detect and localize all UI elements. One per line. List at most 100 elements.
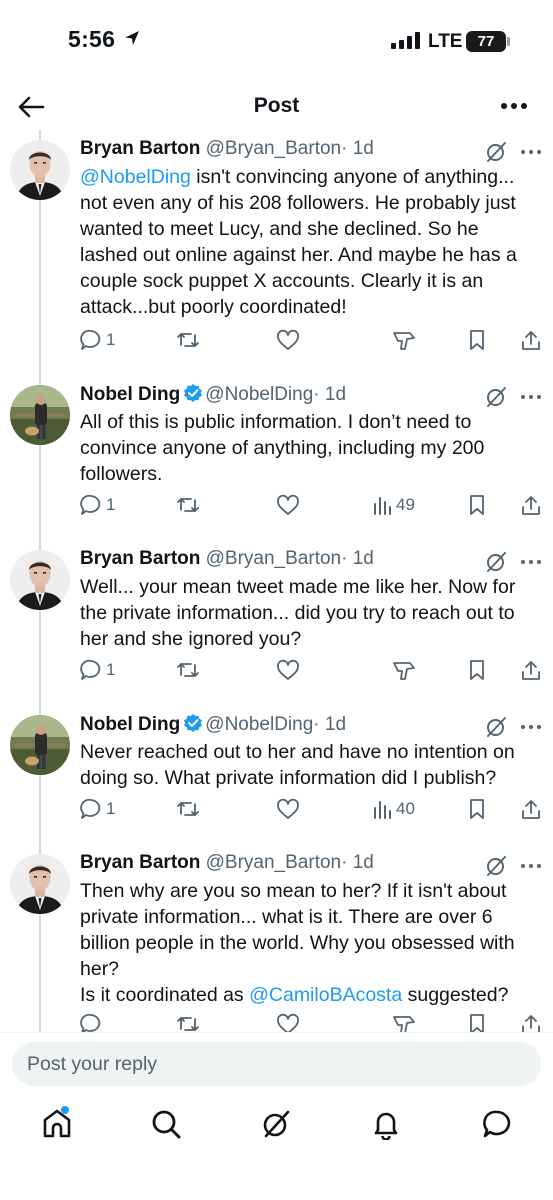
post-text: Well... your mean tweet made me like her…: [80, 574, 540, 652]
reply-button[interactable]: 1: [80, 326, 115, 354]
downvote-button[interactable]: [392, 1010, 416, 1032]
grok-icon[interactable]: [260, 1108, 292, 1140]
downvote-icon: [392, 1013, 416, 1032]
reply-button[interactable]: [80, 1010, 102, 1032]
more-options-icon[interactable]: [518, 715, 544, 739]
bookmark-button[interactable]: [467, 326, 487, 354]
grok-icon[interactable]: [484, 385, 508, 409]
repost-button[interactable]: [176, 1010, 200, 1032]
post-text: All of this is public information. I don…: [80, 409, 540, 487]
share-button[interactable]: [520, 326, 542, 354]
more-options-icon[interactable]: [518, 550, 544, 574]
reply-button[interactable]: 1: [80, 656, 115, 684]
author-handle[interactable]: @Bryan_Barton: [206, 852, 341, 873]
post-time: · 1d: [341, 138, 374, 159]
repost-button[interactable]: [176, 326, 200, 354]
share-button[interactable]: [520, 795, 542, 823]
repost-icon: [176, 1013, 200, 1032]
repost-button[interactable]: [176, 656, 200, 684]
like-button[interactable]: [276, 656, 300, 684]
bookmark-button[interactable]: [467, 656, 487, 684]
author-handle[interactable]: @NobelDing: [205, 714, 313, 735]
more-options-icon[interactable]: [518, 385, 544, 409]
bookmark-icon: [467, 659, 487, 681]
analytics-button[interactable]: 49: [372, 491, 415, 519]
search-icon[interactable]: [150, 1108, 182, 1140]
author-name[interactable]: Nobel Ding: [80, 714, 180, 735]
more-options-icon[interactable]: [518, 140, 544, 164]
downvote-icon: [392, 329, 416, 351]
battery-icon: 77: [466, 31, 506, 52]
repost-button[interactable]: [176, 491, 200, 519]
share-icon: [520, 659, 542, 681]
downvote-button[interactable]: [392, 656, 416, 684]
analytics-button[interactable]: 40: [372, 795, 415, 823]
reply-button[interactable]: 1: [80, 491, 115, 519]
grok-icon[interactable]: [484, 715, 508, 739]
avatar[interactable]: [10, 550, 70, 610]
author-name[interactable]: Nobel Ding: [80, 384, 180, 405]
reply-post[interactable]: Bryan Barton @Bryan_Barton· 1d @NobelDing…: [0, 130, 553, 375]
like-button[interactable]: [276, 326, 300, 354]
network-type: LTE: [428, 31, 463, 52]
grok-icon[interactable]: [484, 550, 508, 574]
reply-button[interactable]: 1: [80, 795, 115, 823]
like-button[interactable]: [276, 1010, 300, 1032]
share-icon: [520, 329, 542, 351]
post-header: Bryan Barton @Bryan_Barton· 1d: [80, 852, 374, 878]
post-time: · 1d: [313, 714, 347, 735]
downvote-button[interactable]: [392, 326, 416, 354]
reply-post[interactable]: Nobel Ding @NobelDing· 1d All of this is p…: [0, 375, 553, 540]
reply-post[interactable]: Bryan Barton @Bryan_Barton· 1d Well... yo…: [0, 540, 553, 705]
reply-post[interactable]: Bryan Barton @Bryan_Barton· 1d Then why a…: [0, 844, 553, 1032]
share-button[interactable]: [520, 656, 542, 684]
share-button[interactable]: [520, 1010, 542, 1032]
author-handle[interactable]: @Bryan_Barton: [206, 548, 341, 569]
share-button[interactable]: [520, 491, 542, 519]
bookmark-icon: [467, 1013, 487, 1032]
bottom-tab-bar: [0, 1094, 553, 1200]
grok-icon[interactable]: [484, 140, 508, 164]
bookmark-button[interactable]: [467, 491, 487, 519]
author-name[interactable]: Bryan Barton: [80, 138, 200, 159]
verified-badge-icon: [184, 714, 203, 732]
share-icon: [520, 1013, 542, 1032]
avatar[interactable]: [10, 854, 70, 914]
mention-link[interactable]: @CamiloBAcosta: [249, 984, 402, 1006]
reply-input[interactable]: [12, 1042, 541, 1086]
like-button[interactable]: [276, 491, 300, 519]
reply-post[interactable]: Nobel Ding @NobelDing· 1d Never reached ou…: [0, 705, 553, 844]
author-name[interactable]: Bryan Barton: [80, 852, 200, 873]
post-text-segment: isn't convincing anyone of anything... n…: [80, 166, 517, 318]
mention-link[interactable]: @NobelDing: [80, 166, 191, 188]
heart-icon: [276, 798, 300, 820]
message-icon[interactable]: [481, 1108, 513, 1140]
bookmark-button[interactable]: [467, 1010, 487, 1032]
bell-icon[interactable]: [370, 1108, 402, 1140]
author-handle[interactable]: @Bryan_Barton: [206, 138, 341, 159]
reply-bubble-icon: [80, 494, 102, 516]
post-time: · 1d: [313, 384, 347, 405]
nav-header: Post: [0, 82, 553, 130]
more-horizontal-icon[interactable]: [498, 94, 530, 118]
downvote-icon: [392, 659, 416, 681]
avatar[interactable]: [10, 140, 70, 200]
reply-count: 1: [106, 495, 116, 514]
avatar[interactable]: [10, 715, 70, 775]
author-name[interactable]: Bryan Barton: [80, 548, 200, 569]
avatar[interactable]: [10, 385, 70, 445]
bookmark-icon: [467, 798, 487, 820]
more-options-icon[interactable]: [518, 854, 544, 878]
post-header: Nobel Ding @NobelDing· 1d: [80, 383, 346, 409]
bookmark-icon: [467, 329, 487, 351]
repost-button[interactable]: [176, 795, 200, 823]
share-icon: [520, 494, 542, 516]
author-handle[interactable]: @NobelDing: [205, 384, 313, 405]
home-icon[interactable]: [41, 1108, 73, 1140]
like-button[interactable]: [276, 795, 300, 823]
grok-icon[interactable]: [484, 854, 508, 878]
heart-icon: [276, 494, 300, 516]
reply-thread: Bryan Barton @Bryan_Barton· 1d @NobelDing…: [0, 130, 553, 1032]
bookmark-button[interactable]: [467, 795, 487, 823]
repost-icon: [176, 329, 200, 351]
